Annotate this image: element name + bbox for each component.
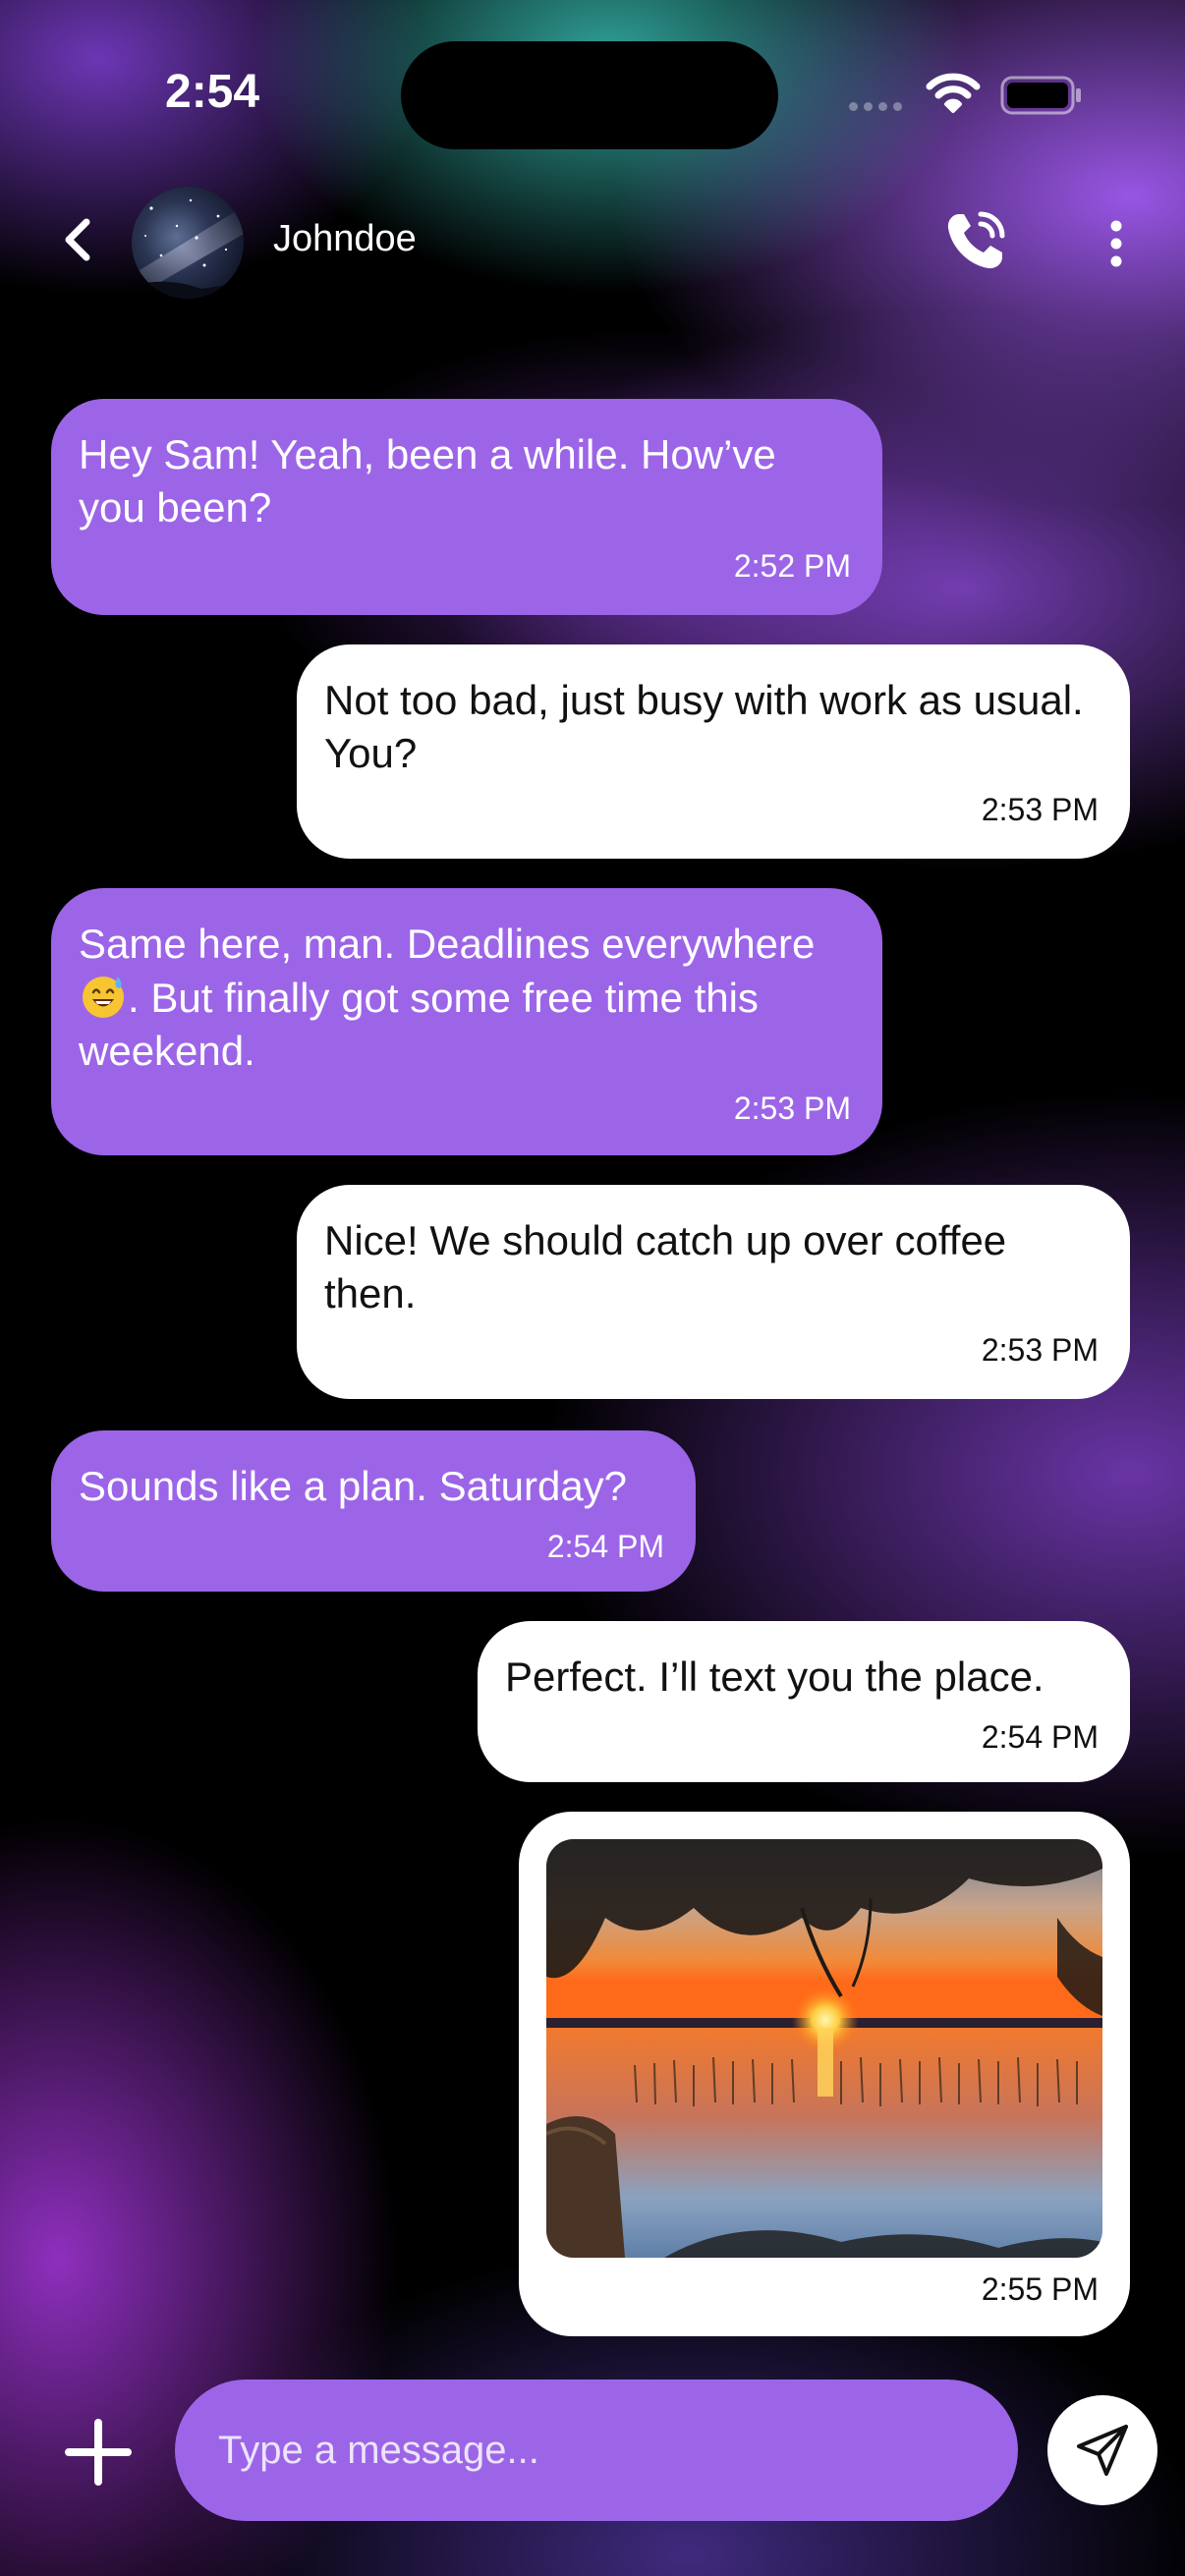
message-bubble-sent[interactable]: Nice! We should catch up over coffee the…: [297, 1185, 1130, 1399]
status-time: 2:54: [165, 66, 260, 118]
message-input[interactable]: [175, 2380, 1018, 2521]
message-timestamp: 2:53 PM: [981, 792, 1099, 827]
message-bubble-sent[interactable]: Perfect. I’ll text you the place. 2:54 P…: [478, 1621, 1130, 1782]
message-timestamp: 2:55 PM: [981, 2271, 1099, 2307]
message-text: Same here, man. Deadlines everywhere . B…: [79, 918, 853, 1078]
battery-icon: [1000, 76, 1081, 115]
more-vertical-icon[interactable]: [1100, 214, 1132, 273]
message-text: Perfect. I’ll text you the place.: [505, 1653, 1044, 1700]
image-message-bubble[interactable]: 2:55 PM: [519, 1812, 1130, 2336]
message-text-part: Same here, man. Deadlines everywhere: [79, 921, 816, 967]
message-timestamp: 2:53 PM: [981, 1332, 1099, 1368]
dynamic-island: [401, 41, 778, 149]
message-timestamp: 2:54 PM: [981, 1719, 1099, 1755]
avatar[interactable]: [132, 187, 244, 299]
send-icon: [1077, 2425, 1128, 2476]
message-text: Hey Sam! Yeah, been a while. How’ve you …: [79, 431, 776, 531]
message-timestamp: 2:53 PM: [733, 1091, 851, 1126]
message-timestamp: 2:54 PM: [546, 1529, 664, 1564]
back-icon[interactable]: [55, 210, 102, 269]
message-timestamp: 2:52 PM: [733, 548, 851, 584]
message-bubble-received[interactable]: Same here, man. Deadlines everywhere . B…: [51, 888, 882, 1155]
message-text-part: . But finally got some free time this we…: [79, 975, 759, 1074]
message-text: Nice! We should catch up over coffee the…: [324, 1217, 1007, 1316]
message-bubble-sent[interactable]: Not too bad, just busy with work as usua…: [297, 644, 1130, 859]
send-button[interactable]: [1047, 2395, 1157, 2505]
phone-call-icon[interactable]: [941, 206, 1010, 275]
contact-name[interactable]: Johndoe: [273, 218, 417, 260]
message-text: Sounds like a plan. Saturday?: [79, 1463, 628, 1509]
add-attachment-button[interactable]: [63, 2417, 134, 2488]
message-bubble-received[interactable]: Hey Sam! Yeah, been a while. How’ve you …: [51, 399, 882, 615]
cellular-signal-icon: [849, 102, 902, 111]
sweat-smile-emoji-icon: [83, 977, 124, 1018]
message-text: Not too bad, just busy with work as usua…: [324, 677, 1084, 776]
wifi-icon: [926, 73, 981, 113]
message-bubble-received[interactable]: Sounds like a plan. Saturday? 2:54 PM: [51, 1430, 696, 1592]
sunset-over-lake-photo[interactable]: [546, 1839, 1102, 2258]
